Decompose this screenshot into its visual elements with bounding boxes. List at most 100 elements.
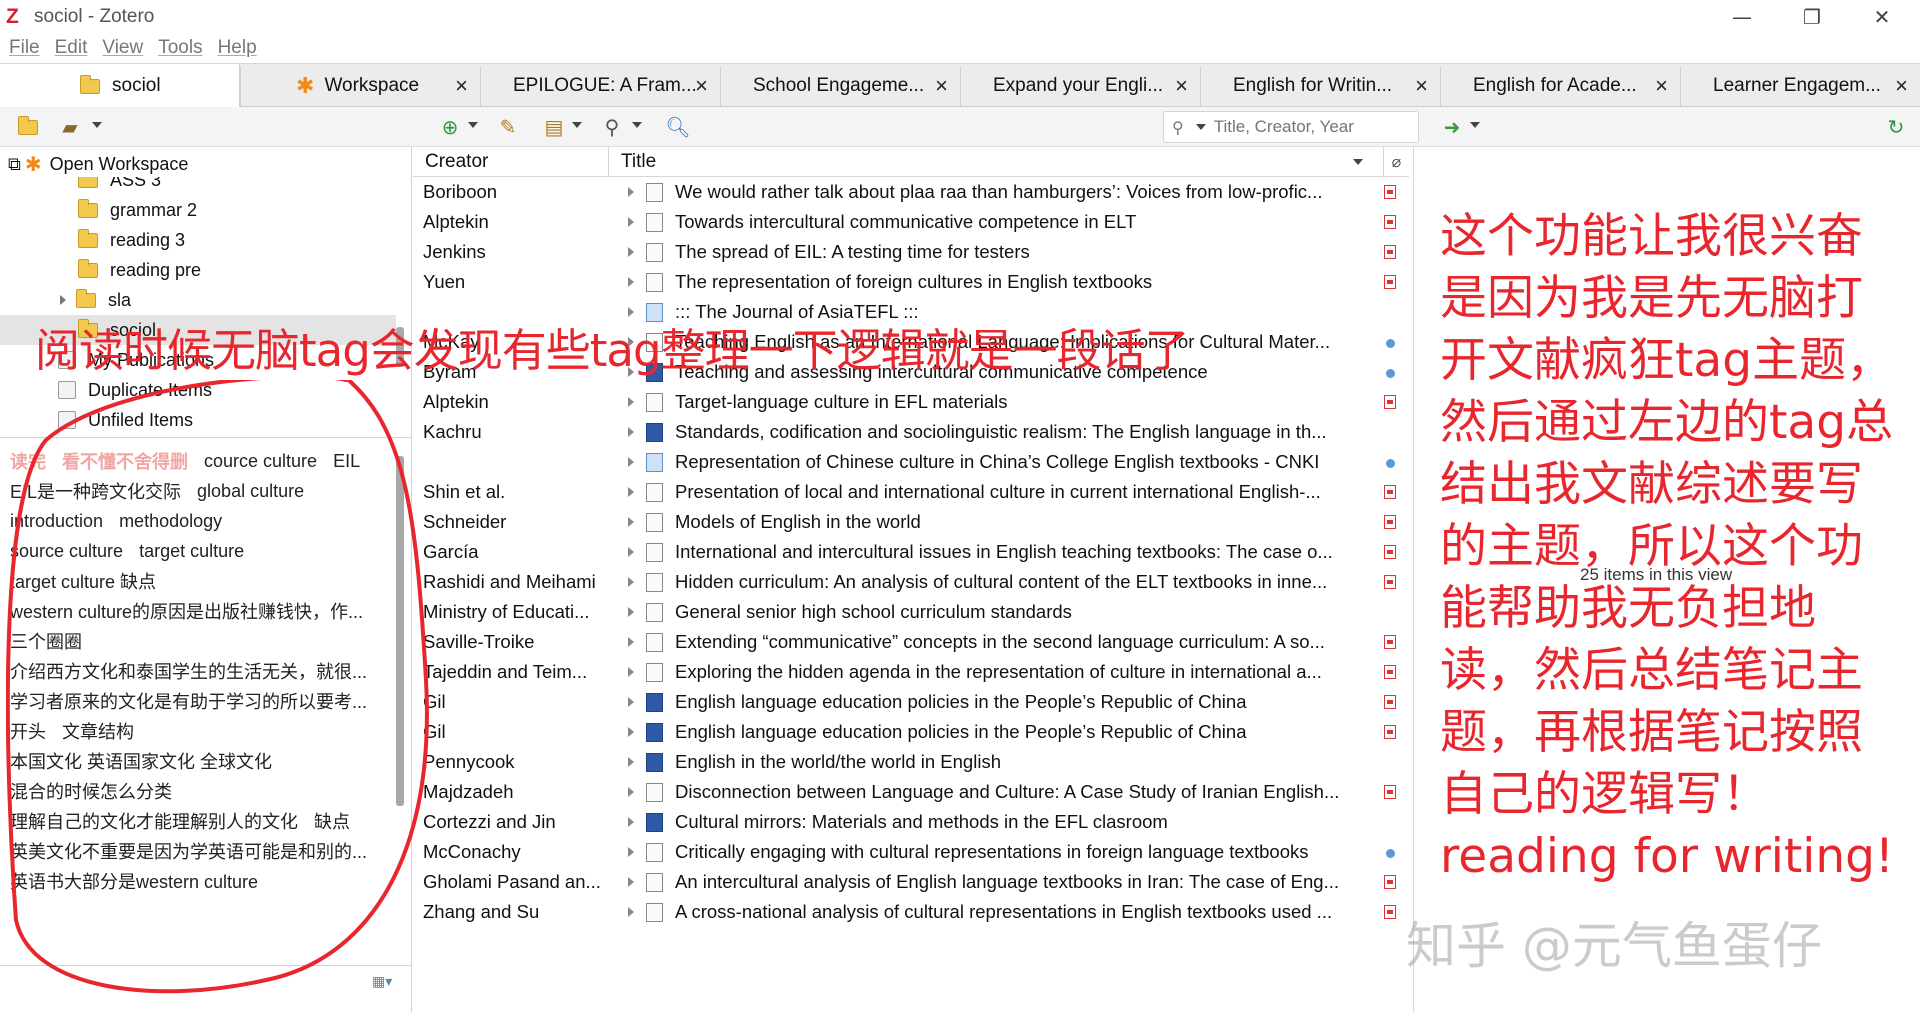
- library-actions-icon[interactable]: ▰: [56, 113, 84, 141]
- chevron-down-icon[interactable]: [92, 122, 102, 128]
- chevron-right-icon[interactable]: [628, 757, 634, 767]
- search-input[interactable]: [1213, 117, 1384, 137]
- chevron-right-icon[interactable]: [628, 697, 634, 707]
- search-box[interactable]: ⚲: [1163, 111, 1419, 143]
- collection-item[interactable]: ASS 3: [78, 177, 161, 195]
- chevron-down-icon[interactable]: [468, 122, 478, 128]
- chevron-down-icon[interactable]: [572, 122, 582, 128]
- chevron-right-icon[interactable]: [628, 727, 634, 737]
- tag[interactable]: 学习者原来的文化是有助于学习的所以要考...: [10, 688, 367, 714]
- column-attachments[interactable]: ⌀: [1383, 147, 1409, 177]
- tag-actions-icon[interactable]: ▦▾: [372, 974, 402, 994]
- collection-item[interactable]: grammar 2: [78, 195, 197, 225]
- tag[interactable]: 本国文化 英语国家文化 全球文化: [10, 748, 272, 774]
- tag[interactable]: 混合的时候怎么分类: [10, 778, 172, 804]
- chevron-right-icon[interactable]: [628, 847, 634, 857]
- table-row[interactable]: Tajeddin and Teim... Exploring the hidden…: [413, 657, 1409, 687]
- table-row[interactable]: Gholami Pasand an... An intercultural ana…: [413, 867, 1409, 897]
- add-by-identifier-icon[interactable]: ✎: [494, 113, 522, 141]
- table-row[interactable]: McConachy Critically engaging with cultur…: [413, 837, 1409, 867]
- chevron-right-icon[interactable]: [628, 637, 634, 647]
- pdf-icon[interactable]: [1384, 395, 1396, 409]
- chevron-right-icon[interactable]: [628, 787, 634, 797]
- pdf-icon[interactable]: [1384, 725, 1396, 739]
- locate-icon[interactable]: ➜: [1438, 113, 1466, 141]
- table-row[interactable]: Zhang and Su A cross-national analysis of…: [413, 897, 1409, 927]
- tag[interactable]: source culture: [10, 541, 123, 562]
- table-row[interactable]: Cortezzi and Jin Cultural mirrors: Materi…: [413, 807, 1409, 837]
- chevron-right-icon[interactable]: [628, 397, 634, 407]
- restore-icon[interactable]: ❐: [1782, 0, 1842, 34]
- table-row[interactable]: Gil English language education policies i…: [413, 717, 1409, 747]
- close-tab-icon[interactable]: ×: [1895, 73, 1908, 99]
- menu-edit[interactable]: Edit: [55, 37, 88, 59]
- close-tab-icon[interactable]: ×: [455, 73, 468, 99]
- attachment-dot-icon[interactable]: [1386, 849, 1395, 858]
- menu-view[interactable]: View: [102, 37, 143, 59]
- collection-item[interactable]: reading 3: [78, 225, 185, 255]
- chevron-right-icon[interactable]: [628, 457, 634, 467]
- chevron-right-icon[interactable]: [628, 667, 634, 677]
- pdf-icon[interactable]: [1384, 485, 1396, 499]
- tab-reader[interactable]: School Engageme... ×: [720, 66, 960, 106]
- open-workspace[interactable]: ⧉ ✱ Open Workspace: [8, 151, 188, 177]
- chevron-right-icon[interactable]: [628, 487, 634, 497]
- unfiled-items[interactable]: Unfiled Items: [58, 405, 193, 435]
- tag[interactable]: 英美文化不重要是因为学英语可能是和别的...: [10, 838, 367, 864]
- pdf-icon[interactable]: [1384, 545, 1396, 559]
- close-tab-icon[interactable]: ×: [1175, 73, 1188, 99]
- table-row[interactable]: Saville-Troike Extending “communicative” …: [413, 627, 1409, 657]
- table-row[interactable]: Majdzadeh Disconnection between Language …: [413, 777, 1409, 807]
- chevron-down-icon[interactable]: [632, 122, 642, 128]
- table-row[interactable]: Yuen The representation of foreign cultur…: [413, 267, 1409, 297]
- attachment-dot-icon[interactable]: [1386, 369, 1395, 378]
- chevron-right-icon[interactable]: [628, 217, 634, 227]
- pdf-icon[interactable]: [1384, 245, 1396, 259]
- pdf-icon[interactable]: [1384, 575, 1396, 589]
- tag[interactable]: 缺点: [314, 808, 350, 834]
- tag[interactable]: EIL: [333, 451, 360, 472]
- tag[interactable]: 介绍西方文化和泰国学生的生活无关，就很...: [10, 658, 367, 684]
- table-row[interactable]: Jenkins The spread of EIL: A testing time…: [413, 237, 1409, 267]
- attachment-icon[interactable]: ⚲: [598, 113, 626, 141]
- tag[interactable]: 英语书大部分是western culture: [10, 868, 258, 894]
- tag[interactable]: global culture: [197, 481, 304, 502]
- chevron-right-icon[interactable]: [628, 817, 634, 827]
- new-note-icon[interactable]: ▤: [540, 113, 568, 141]
- tag[interactable]: 三个圈圈: [10, 628, 82, 654]
- tag[interactable]: 理解自己的文化才能理解别人的文化: [10, 808, 298, 834]
- advanced-search-icon[interactable]: 🔍︎: [664, 113, 692, 141]
- chevron-right-icon[interactable]: [628, 877, 634, 887]
- collection-item[interactable]: sla: [60, 285, 131, 315]
- column-title[interactable]: Title: [609, 147, 1383, 177]
- tag-scrollbar[interactable]: [396, 456, 404, 806]
- chevron-right-icon[interactable]: [628, 907, 634, 917]
- pdf-icon[interactable]: [1384, 185, 1396, 199]
- close-tab-icon[interactable]: ×: [935, 73, 948, 99]
- table-row[interactable]: Boriboon We would rather talk about plaa …: [413, 177, 1409, 207]
- attachment-dot-icon[interactable]: [1386, 459, 1395, 468]
- tag[interactable]: 读完: [10, 448, 46, 474]
- chevron-right-icon[interactable]: [628, 517, 634, 527]
- pdf-icon[interactable]: [1384, 275, 1396, 289]
- close-tab-icon[interactable]: ×: [1655, 73, 1668, 99]
- tab-reader[interactable]: English for Acade... ×: [1440, 66, 1680, 106]
- chevron-right-icon[interactable]: [628, 277, 634, 287]
- chevron-down-icon[interactable]: [1470, 122, 1480, 128]
- table-row[interactable]: Gil English language education policies i…: [413, 687, 1409, 717]
- tag[interactable]: target culture 缺点: [10, 568, 156, 594]
- chevron-right-icon[interactable]: [60, 295, 66, 305]
- tab-reader[interactable]: EPILOGUE: A Fram... ×: [480, 66, 720, 106]
- chevron-right-icon[interactable]: [628, 187, 634, 197]
- tag[interactable]: 文章结构: [62, 718, 134, 744]
- column-creator[interactable]: Creator: [413, 147, 609, 177]
- menu-help[interactable]: Help: [218, 37, 257, 59]
- tag[interactable]: 开头: [10, 718, 46, 744]
- tab-library[interactable]: sociol: [0, 64, 240, 108]
- tag[interactable]: EIL是一种跨文化交际: [10, 478, 181, 504]
- chevron-right-icon[interactable]: [628, 247, 634, 257]
- chevron-right-icon[interactable]: [628, 427, 634, 437]
- table-row[interactable]: Shin et al. Presentation of local and int…: [413, 477, 1409, 507]
- pdf-icon[interactable]: [1384, 695, 1396, 709]
- table-row[interactable]: Rashidi and Meihami Hidden curriculum: An…: [413, 567, 1409, 597]
